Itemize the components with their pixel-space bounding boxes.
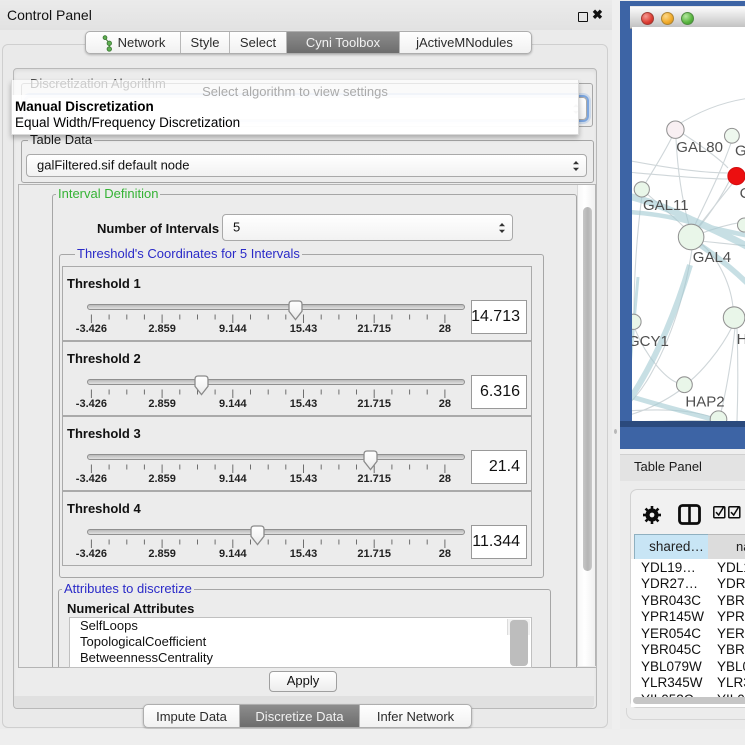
svg-text:C: C xyxy=(740,185,745,202)
svg-text:GAL4: GAL4 xyxy=(693,249,731,266)
svg-text:GCY1: GCY1 xyxy=(632,333,669,350)
svg-text:GAL80: GAL80 xyxy=(676,139,723,156)
svg-text:GA: GA xyxy=(735,143,745,160)
svg-text:H: H xyxy=(737,331,745,348)
svg-text:HAP2: HAP2 xyxy=(685,394,724,411)
svg-text:GAL11: GAL11 xyxy=(643,197,689,214)
